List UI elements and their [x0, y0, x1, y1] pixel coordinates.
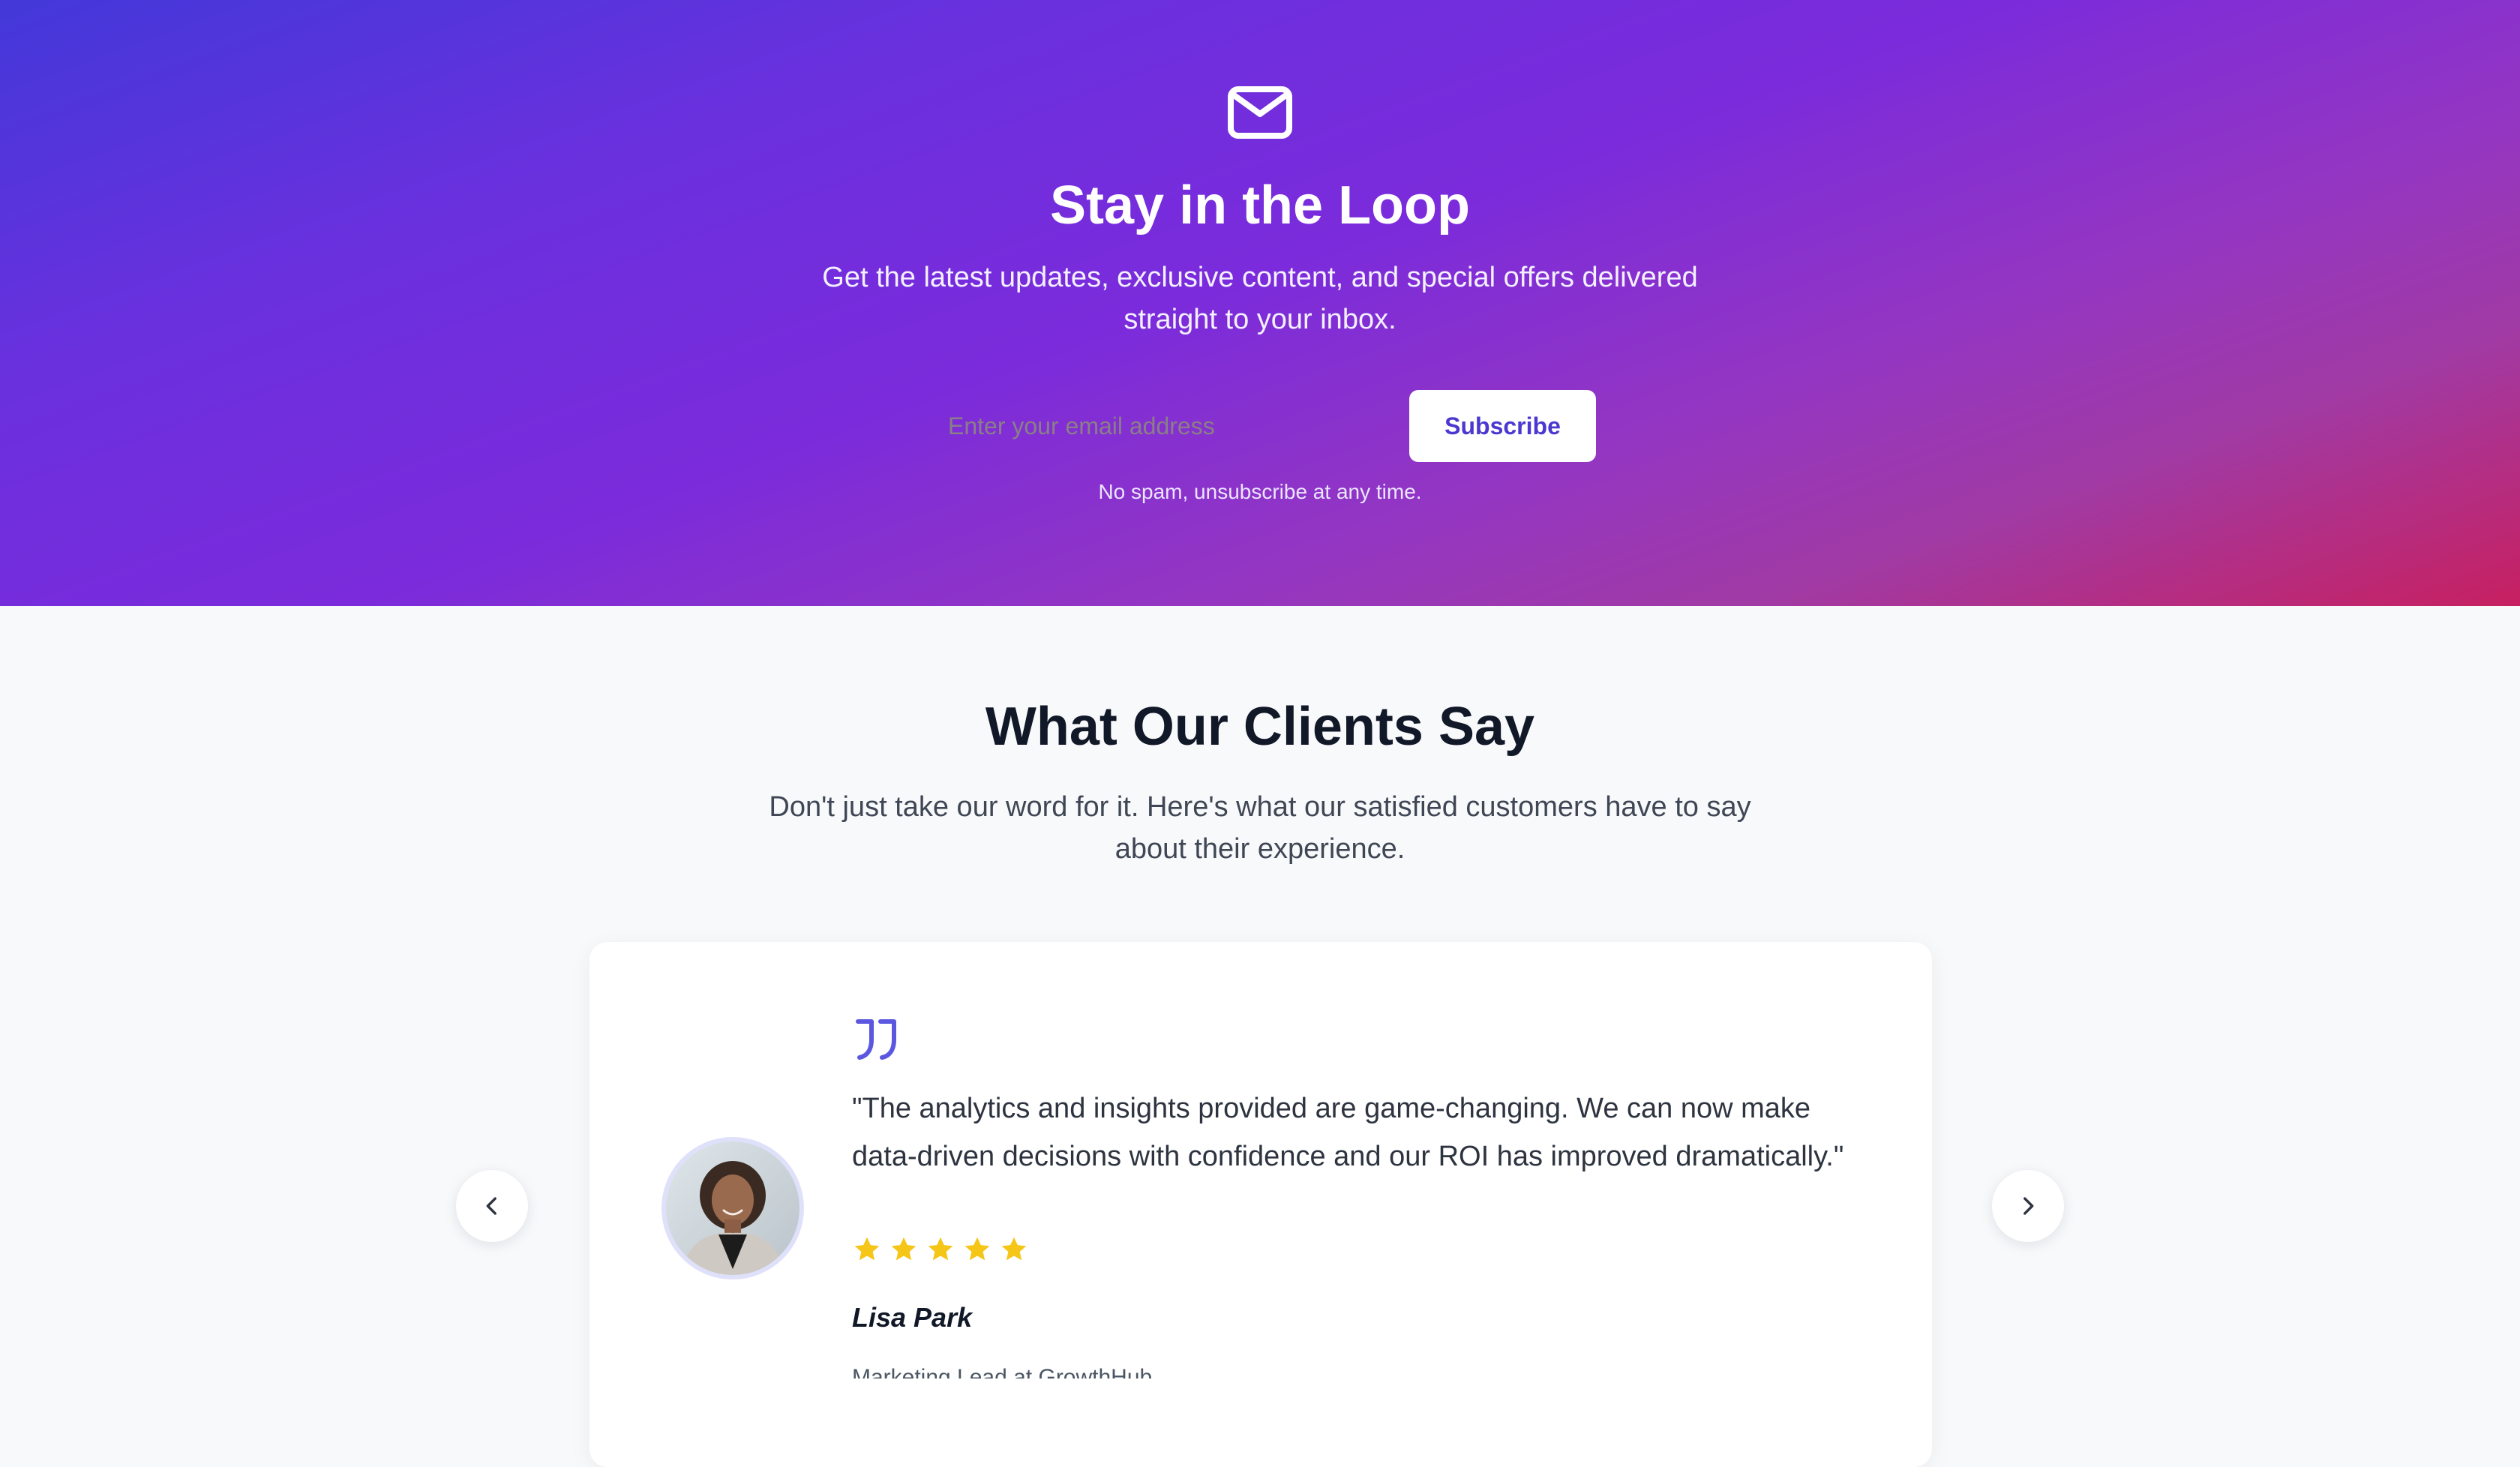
- author-role: Marketing Lead at GrowthHub: [852, 1366, 1152, 1378]
- newsletter-subtitle: Get the latest updates, exclusive conten…: [822, 262, 1698, 335]
- chevron-right-icon: [2024, 1197, 2034, 1215]
- client-photo: [666, 1142, 800, 1275]
- testimonial-card: "The analytics and insights provided are…: [590, 942, 1932, 1467]
- quote-icon: [856, 1019, 896, 1060]
- email-input[interactable]: [933, 390, 1398, 462]
- star-icon: [964, 1237, 990, 1261]
- next-testimonial-button[interactable]: [1992, 1170, 2064, 1242]
- star-icon: [1001, 1237, 1027, 1261]
- chevron-left-icon: [486, 1197, 496, 1215]
- testimonials-title: What Our Clients Say: [985, 697, 1535, 757]
- newsletter-title: Stay in the Loop: [1049, 176, 1470, 236]
- mail-icon: [1228, 86, 1292, 139]
- testimonial-quote: "The analytics and insights provided are…: [852, 1093, 1844, 1172]
- subscribe-button[interactable]: Subscribe: [1409, 390, 1596, 462]
- star-icon: [928, 1237, 953, 1261]
- testimonials-subtitle: Don't just take our word for it. Here's …: [769, 791, 1751, 865]
- previous-testimonial-button[interactable]: [456, 1170, 528, 1242]
- author-name: Lisa Park: [852, 1302, 973, 1333]
- star-icon: [854, 1237, 880, 1261]
- newsletter-disclaimer: No spam, unsubscribe at any time.: [1098, 480, 1422, 503]
- avatar: [662, 1137, 804, 1280]
- newsletter-section: Stay in the Loop Get the latest updates,…: [0, 0, 2520, 606]
- star-rating: [852, 1234, 1029, 1264]
- star-icon: [891, 1237, 916, 1261]
